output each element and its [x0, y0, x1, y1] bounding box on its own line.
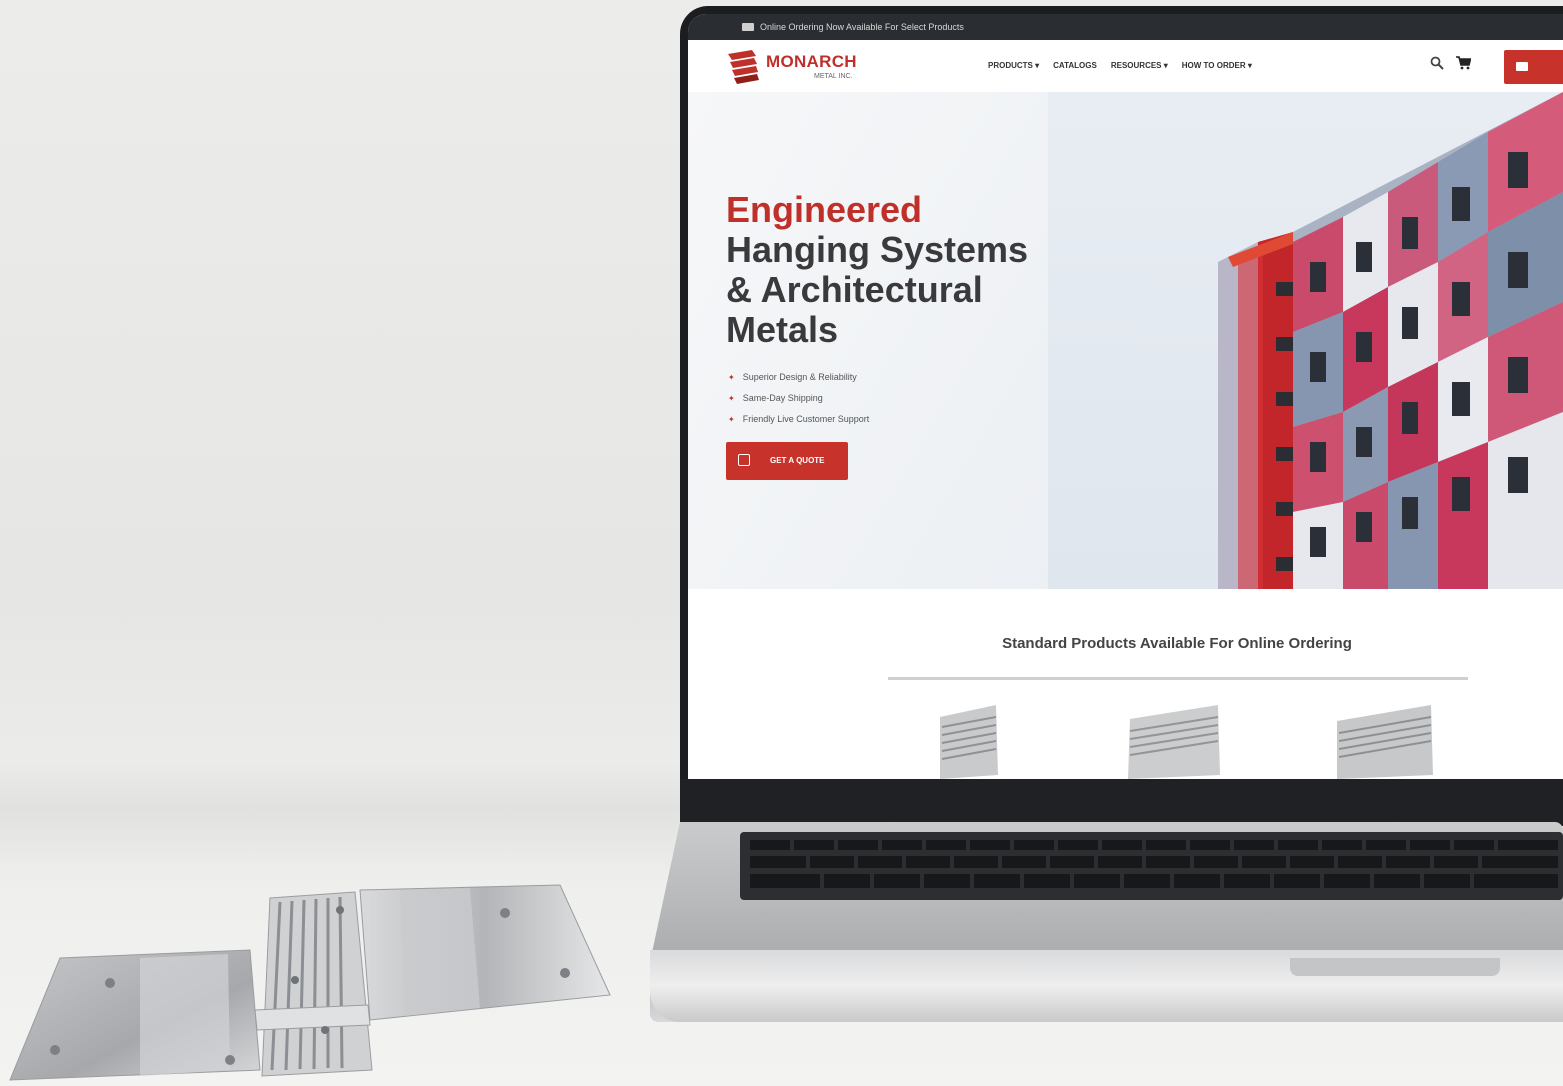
- site-logo[interactable]: MONARCH METAL INC.: [726, 48, 876, 88]
- announcement-text[interactable]: Online Ordering Now Available For Select…: [760, 22, 964, 32]
- hero-title: Engineered Hanging Systems & Architectur…: [726, 190, 1028, 350]
- products-section: Standard Products Available For Online O…: [688, 589, 1563, 779]
- cart-icon[interactable]: [1456, 56, 1471, 70]
- photo-scene: Online Ordering Now Available For Select…: [0, 0, 1563, 1086]
- nav-item-products[interactable]: PRODUCTS ▾: [988, 61, 1039, 70]
- laptop-screen: Online Ordering Now Available For Select…: [688, 14, 1563, 779]
- hero-section: Engineered Hanging Systems & Architectur…: [688, 92, 1563, 589]
- hero-bullet: Same-Day Shipping: [728, 388, 869, 409]
- site-header: MONARCH METAL INC. PRODUCTS ▾ CATALOGS R…: [688, 40, 1563, 93]
- keyboard-keys: [750, 840, 1558, 888]
- metal-brackets: [9, 884, 611, 1081]
- announcement-bar: Online Ordering Now Available For Select…: [688, 14, 1563, 40]
- nav-item-resources[interactable]: RESOURCES ▾: [1111, 61, 1168, 70]
- envelope-icon: [1516, 62, 1528, 71]
- description-text-blur: [888, 677, 1468, 680]
- main-nav: PRODUCTS ▾ CATALOGS RESOURCES ▾ HOW TO O…: [988, 61, 1252, 70]
- calendar-icon: [738, 454, 750, 466]
- brand-subtitle: METAL INC.: [814, 73, 853, 80]
- search-icon[interactable]: [1430, 56, 1444, 70]
- building-photo: [1218, 92, 1563, 589]
- header-icons: [1430, 56, 1471, 70]
- get-a-quote-label: GET A QUOTE: [770, 456, 825, 465]
- logo-mark-icon: [728, 50, 759, 84]
- hero-title-line: Hanging Systems: [726, 229, 1029, 270]
- hero-bullet-list: Superior Design & Reliability Same-Day S…: [728, 367, 870, 430]
- products-section-description: [888, 676, 1468, 684]
- hero-title-line: Metals: [726, 309, 839, 350]
- contact-button[interactable]: [1504, 50, 1563, 84]
- hero-title-accent: Engineered: [726, 189, 923, 230]
- laptop-bezel: [680, 779, 1563, 824]
- brand-name: MONARCH: [766, 52, 857, 71]
- product-z-clip-2[interactable]: [1124, 705, 1224, 779]
- get-a-quote-button[interactable]: GET A QUOTE: [726, 442, 848, 480]
- hero-bullet: Friendly Live Customer Support: [728, 409, 870, 430]
- laptop-lid-notch: [1290, 958, 1500, 976]
- product-z-clip-3[interactable]: [1333, 705, 1435, 779]
- hero-title-line: & Architectural: [726, 269, 983, 310]
- products-section-title: Standard Products Available For Online O…: [1002, 635, 1352, 652]
- product-z-clip-1[interactable]: [936, 705, 1002, 779]
- nav-item-how-to-order[interactable]: HOW TO ORDER ▾: [1182, 61, 1252, 70]
- nav-item-catalogs[interactable]: CATALOGS: [1053, 61, 1097, 70]
- hero-bullet: Superior Design & Reliability: [728, 367, 869, 388]
- truck-icon: [742, 23, 754, 31]
